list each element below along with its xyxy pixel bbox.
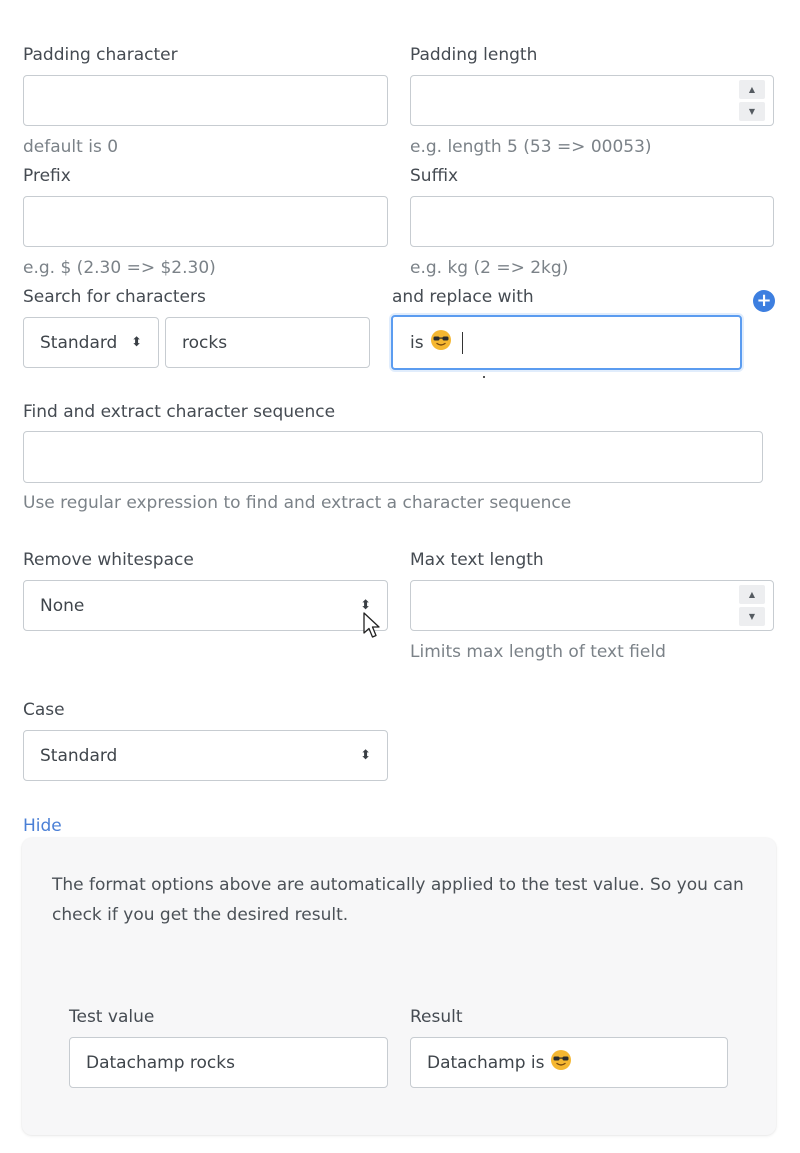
caret-up-icon[interactable]: ▲ [739, 80, 765, 99]
remove-whitespace-value: None [40, 595, 85, 616]
max-text-length-stepper[interactable]: ▲ ▼ [739, 585, 765, 626]
case-label: Case [23, 700, 65, 720]
padding-character-input[interactable] [23, 75, 388, 126]
sort-caret-icon: ⬍ [360, 598, 371, 613]
sort-caret-icon: ⬍ [131, 335, 142, 350]
result-label: Result [410, 1007, 463, 1027]
remove-whitespace-label: Remove whitespace [23, 550, 194, 570]
replace-with-value: is [410, 332, 424, 353]
search-characters-label: Search for characters [23, 287, 206, 307]
search-mode-select[interactable]: Standard ⬍ [23, 317, 159, 368]
divider-dot [483, 376, 485, 378]
search-characters-value: rocks [182, 332, 228, 353]
prefix-input[interactable] [23, 196, 388, 247]
extract-input[interactable] [23, 431, 763, 483]
result-output[interactable]: Datachamp is [410, 1037, 728, 1088]
smiling-face-with-sunglasses-icon [430, 329, 452, 356]
suffix-input[interactable] [410, 196, 774, 247]
padding-character-help: default is 0 [23, 137, 119, 157]
test-value-value: Datachamp rocks [86, 1052, 235, 1073]
prefix-help: e.g. $ (2.30 => $2.30) [23, 258, 216, 278]
plus-circle-icon[interactable]: + [753, 290, 775, 312]
padding-length-help: e.g. length 5 (53 => 00053) [410, 137, 652, 157]
max-text-length-input[interactable]: ▲ ▼ [410, 580, 774, 631]
padding-length-input[interactable]: ▲ ▼ [410, 75, 774, 126]
test-value-label: Test value [69, 1007, 155, 1027]
test-value-input[interactable]: Datachamp rocks [69, 1037, 388, 1088]
replace-with-label: and replace with [392, 287, 534, 307]
padding-character-label: Padding character [23, 45, 178, 65]
text-cursor [461, 331, 463, 354]
search-mode-value: Standard [40, 332, 118, 353]
caret-up-icon[interactable]: ▲ [739, 585, 765, 604]
padding-length-stepper[interactable]: ▲ ▼ [739, 80, 765, 121]
result-value: Datachamp is [427, 1052, 545, 1073]
caret-down-icon[interactable]: ▼ [739, 102, 765, 121]
max-text-length-label: Max text length [410, 550, 544, 570]
search-characters-input[interactable]: rocks [165, 317, 370, 368]
caret-down-icon[interactable]: ▼ [739, 607, 765, 626]
smiling-face-with-sunglasses-icon [550, 1049, 572, 1076]
mouse-pointer-icon [363, 612, 383, 645]
suffix-help: e.g. kg (2 => 2kg) [410, 258, 569, 278]
padding-length-label: Padding length [410, 45, 538, 65]
extract-help: Use regular expression to find and extra… [23, 493, 572, 513]
max-text-length-help: Limits max length of text field [410, 642, 666, 662]
extract-label: Find and extract character sequence [23, 402, 336, 422]
case-value: Standard [40, 745, 118, 766]
replace-with-input[interactable]: is [391, 315, 742, 370]
prefix-label: Prefix [23, 166, 71, 186]
sort-caret-icon: ⬍ [360, 748, 371, 763]
remove-whitespace-select[interactable]: None ⬍ [23, 580, 388, 631]
case-select[interactable]: Standard ⬍ [23, 730, 388, 781]
hide-link[interactable]: Hide [23, 815, 62, 837]
test-description: The format options above are automatical… [52, 875, 744, 925]
suffix-label: Suffix [410, 166, 459, 186]
